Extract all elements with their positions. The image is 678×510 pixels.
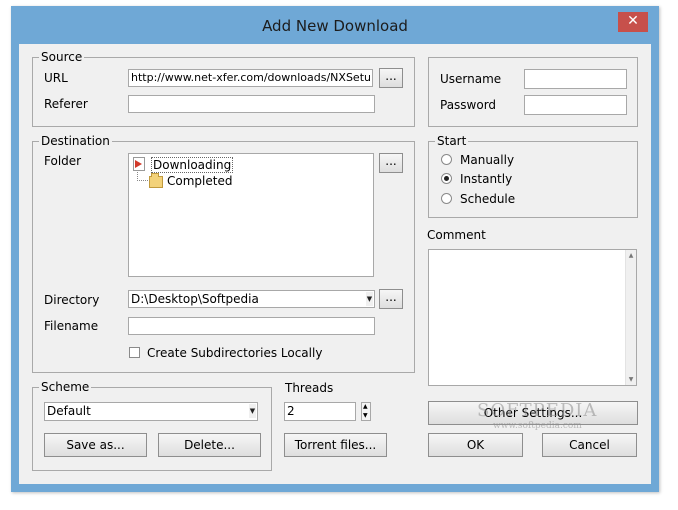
softpedia-watermark-url: www.softpedia.com [493, 421, 582, 431]
title-bar[interactable]: Add New Download ✕ [11, 6, 659, 44]
cancel-button[interactable]: Cancel [542, 433, 637, 457]
dialog-client-area: Source URL http://www.net-xfer.com/downl… [19, 44, 651, 484]
close-icon: ✕ [627, 13, 639, 29]
scheme-select[interactable]: Default ▼ [44, 402, 258, 421]
threads-stepper[interactable]: ▲ ▼ [361, 402, 371, 421]
scheme-select-value: Default [47, 404, 91, 418]
start-manually-radio[interactable] [441, 154, 452, 165]
url-browse-button[interactable]: ... [379, 68, 403, 88]
scheme-group: Scheme [32, 380, 272, 471]
folder-label: Folder [44, 154, 82, 168]
scheme-legend: Scheme [39, 380, 92, 394]
referer-label: Referer [44, 97, 88, 111]
create-subdirectories-label[interactable]: Create Subdirectories Locally [147, 346, 322, 360]
referer-input[interactable] [128, 95, 375, 113]
folder-tree-item-label: Downloading [151, 157, 234, 173]
ok-button[interactable]: OK [428, 433, 523, 457]
torrent-files-button[interactable]: Torrent files... [284, 433, 387, 457]
chevron-down-icon[interactable]: ▼ [249, 404, 256, 418]
folder-tree[interactable]: Downloading Completed [128, 153, 374, 277]
close-button[interactable]: ✕ [618, 12, 648, 32]
downloading-folder-icon [133, 157, 145, 171]
auth-group [428, 57, 638, 127]
username-input[interactable] [524, 69, 627, 89]
start-legend: Start [435, 134, 469, 148]
scroll-down-icon[interactable]: ▼ [627, 375, 635, 384]
filename-label: Filename [44, 319, 99, 333]
password-input[interactable] [524, 95, 627, 115]
directory-label: Directory [44, 293, 100, 307]
scroll-up-icon[interactable]: ▲ [627, 251, 635, 260]
start-instantly-radio[interactable] [441, 173, 452, 184]
password-label: Password [440, 98, 497, 112]
directory-browse-button[interactable]: ... [379, 289, 403, 309]
folder-tree-item[interactable]: Completed [147, 173, 237, 189]
scheme-save-as-button[interactable]: Save as... [44, 433, 147, 457]
chevron-down-icon[interactable]: ▼ [366, 292, 373, 306]
destination-legend: Destination [39, 134, 112, 148]
threads-label: Threads [285, 381, 334, 395]
filename-input[interactable] [128, 317, 375, 335]
window-title: Add New Download [262, 17, 408, 35]
start-schedule-radio[interactable] [441, 193, 452, 204]
folder-tree-item[interactable]: Downloading [131, 156, 234, 173]
start-instantly-label[interactable]: Instantly [460, 172, 512, 186]
scheme-delete-button[interactable]: Delete... [158, 433, 261, 457]
start-manually-label[interactable]: Manually [460, 153, 514, 167]
url-label: URL [44, 71, 68, 85]
softpedia-watermark: SOFTPEDIA [477, 400, 598, 421]
comment-scrollbar[interactable]: ▲ ▼ [625, 250, 636, 385]
source-group: Source [32, 50, 415, 127]
directory-select-value: D:\Desktop\Softpedia [131, 292, 259, 306]
dialog-window: Add New Download ✕ Source URL http://www… [11, 6, 659, 492]
comment-label: Comment [427, 228, 486, 242]
create-subdirectories-checkbox[interactable] [129, 347, 140, 358]
completed-folder-icon [149, 173, 163, 188]
start-schedule-label[interactable]: Schedule [460, 192, 515, 206]
stepper-down-icon[interactable]: ▼ [363, 412, 368, 420]
directory-select[interactable]: D:\Desktop\Softpedia ▼ [128, 290, 375, 308]
threads-input[interactable]: 2 [284, 402, 356, 421]
username-label: Username [440, 72, 502, 86]
folder-browse-button[interactable]: ... [379, 153, 403, 173]
folder-tree-item-label: Completed [167, 174, 233, 188]
source-legend: Source [39, 50, 85, 64]
url-input[interactable]: http://www.net-xfer.com/downloads/NXSetu… [128, 69, 373, 87]
comment-textarea[interactable]: ▲ ▼ [428, 249, 637, 386]
stepper-up-icon[interactable]: ▲ [363, 403, 368, 411]
